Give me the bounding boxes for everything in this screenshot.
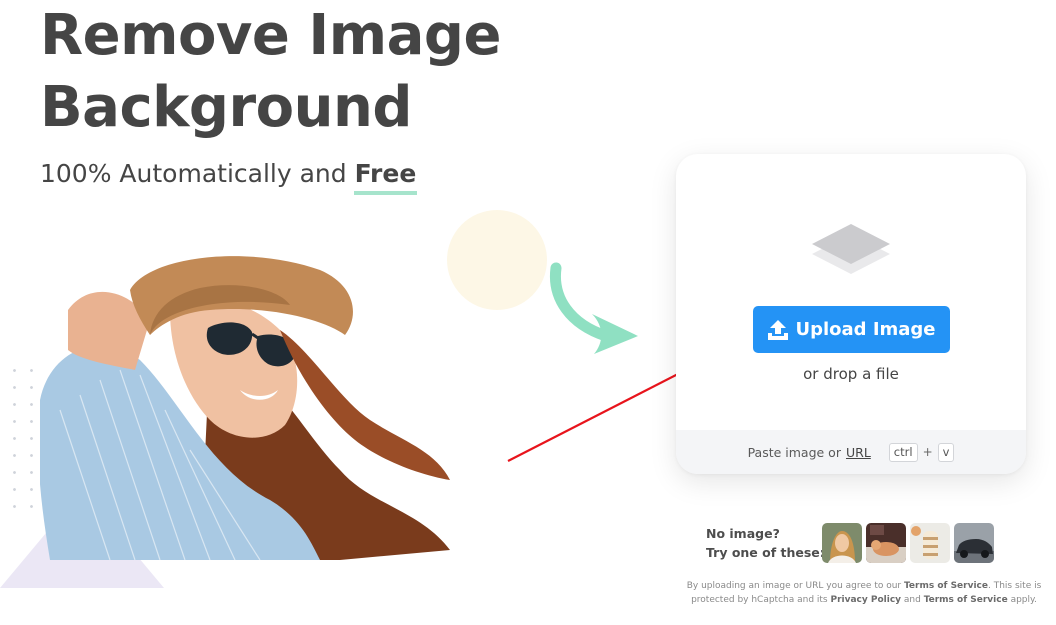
legal-text-1: By uploading an image or URL you agree t… <box>686 581 904 591</box>
subtitle-emphasis: Free <box>353 159 418 195</box>
sample-food-thumbnail[interactable] <box>910 523 950 563</box>
drop-file-text: or drop a file <box>803 365 899 383</box>
circle-decoration <box>447 210 547 310</box>
sample-woman-thumbnail[interactable] <box>822 523 862 563</box>
dot-grid-decoration <box>6 362 40 508</box>
teal-arrow-decoration <box>549 262 638 354</box>
upload-button-label: Upload Image <box>795 319 936 340</box>
page-title: Remove Image Background <box>40 3 501 140</box>
hero-photo <box>40 256 450 560</box>
sample-label: No image? Try one of these: <box>706 524 825 562</box>
upload-image-button[interactable]: Upload Image <box>753 306 950 353</box>
subtitle-prefix: 100% Automatically and <box>40 159 355 188</box>
emphasis-underline <box>353 191 418 195</box>
terms-link[interactable]: Terms of Service <box>904 581 988 591</box>
sample-animal-thumbnail[interactable] <box>866 523 906 563</box>
terms-link-2[interactable]: Terms of Service <box>924 595 1008 605</box>
paste-bar: Paste image or URL ctrl + v <box>676 430 1026 474</box>
legal-text-3: and <box>901 595 924 605</box>
upload-arrow-icon <box>768 319 789 340</box>
ctrl-key: ctrl <box>888 442 918 462</box>
page-subtitle: 100% Automatically and Free <box>40 158 418 195</box>
subtitle-emphasis-text: Free <box>354 159 417 188</box>
plus-sign: + <box>922 445 933 459</box>
upload-card[interactable]: Upload Image or drop a file Paste image … <box>676 154 1026 474</box>
sample-label-line1: No image? <box>706 526 780 541</box>
sample-label-line2: Try one of these: <box>706 545 825 560</box>
legal-notice: By uploading an image or URL you agree t… <box>676 579 1052 607</box>
layers-icon <box>812 224 890 274</box>
v-key: v <box>937 442 955 462</box>
legal-text-4: apply. <box>1007 595 1037 605</box>
sample-thumbnails <box>822 523 994 563</box>
paste-text: Paste image or <box>747 444 841 460</box>
url-link[interactable]: URL <box>846 445 871 460</box>
sample-car-thumbnail[interactable] <box>954 523 994 563</box>
privacy-link[interactable]: Privacy Policy <box>830 595 901 605</box>
